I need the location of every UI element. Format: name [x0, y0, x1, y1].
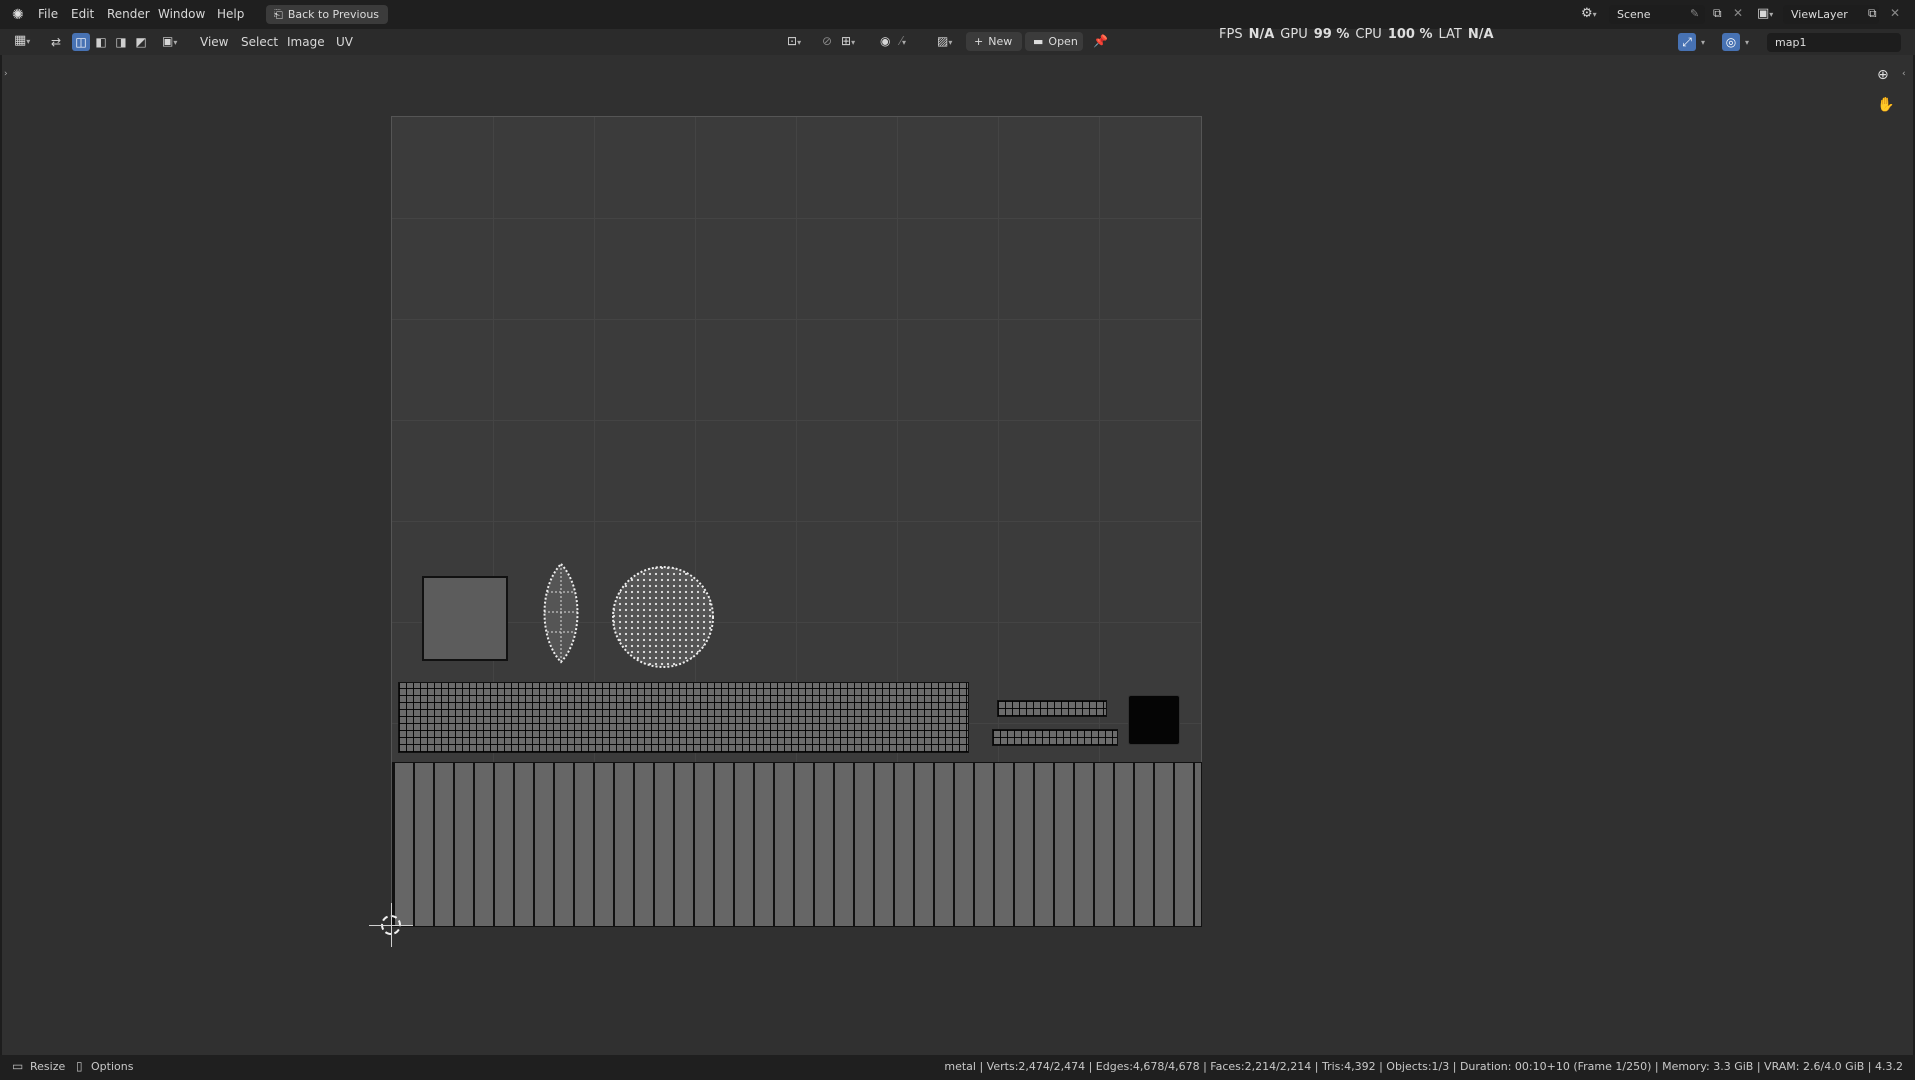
overlay-dropdown-icon[interactable]: ▾ — [1745, 35, 1749, 48]
island-select-icon[interactable]: ◩ — [132, 33, 150, 51]
remove-scene-icon[interactable]: ✕ — [1733, 6, 1743, 20]
menu-view[interactable]: View — [200, 35, 228, 49]
gizmo-toggle-icon[interactable]: ⤢ — [1678, 33, 1696, 51]
back-icon: ⎗ — [274, 7, 283, 21]
mouse-right-icon: ▯ — [76, 1059, 83, 1073]
sync-selection-icon[interactable]: ⇄ — [47, 33, 65, 51]
circle-mesh — [612, 566, 714, 668]
face-select-icon[interactable]: ◨ — [112, 33, 130, 51]
gpu-label: GPU — [1280, 27, 1308, 42]
uv-island-square[interactable] — [422, 576, 508, 661]
new-image-button[interactable]: + New — [966, 32, 1022, 51]
uv-island-vertical-strips[interactable] — [392, 762, 1202, 927]
uv-editor-header: ▦▾ ⇄ ◫ ◧ ◨ ◩ ▣▾ View Select Image UV ⊡▾ … — [0, 29, 1915, 55]
pin-image-icon[interactable]: 📌 — [1093, 34, 1108, 48]
grid-line — [392, 420, 1201, 421]
menu-edit[interactable]: Edit — [71, 7, 94, 21]
status-resize: Resize — [30, 1060, 66, 1073]
sticky-selection-icon[interactable]: ▣▾ — [162, 34, 177, 48]
sidebar-expand-icon[interactable]: ‹ — [1902, 69, 1906, 79]
top-bar: ✺ File Edit Render Window Help ⎗ Back to… — [0, 0, 1915, 29]
fps-value: N/A — [1248, 27, 1275, 42]
uv-map-field[interactable]: map1 — [1767, 33, 1901, 52]
uv-island-leaf[interactable] — [535, 562, 587, 664]
grid-line — [392, 218, 1201, 219]
cpu-label: CPU — [1355, 27, 1382, 42]
snap-target-icon[interactable]: ⊞▾ — [841, 34, 855, 48]
scene-type-icon[interactable]: ⚙▾ — [1581, 6, 1597, 21]
lat-label: LAT — [1438, 27, 1462, 42]
uv-island-small-strip-bottom[interactable] — [992, 729, 1118, 746]
mouse-left-icon: ▭ — [12, 1059, 24, 1073]
proportional-falloff-icon[interactable]: ⁄▾ — [900, 34, 906, 48]
uv-island-long-grid[interactable] — [398, 682, 969, 753]
blender-logo-icon[interactable]: ✺ — [12, 7, 24, 23]
lat-value: N/A — [1467, 27, 1494, 42]
status-options: Options — [91, 1060, 134, 1073]
menu-image[interactable]: Image — [287, 35, 325, 49]
scene-statistics: metal | Verts:2,474/2,474 | Edges:4,678/… — [944, 1060, 1903, 1073]
cpu-value: 100 % — [1387, 27, 1433, 42]
editor-type-icon[interactable]: ▦▾ — [14, 33, 30, 48]
vertex-select-icon[interactable]: ◫ — [72, 33, 90, 51]
pan-hand-icon[interactable]: ✋ — [1877, 97, 1894, 113]
menu-select[interactable]: Select — [241, 35, 278, 49]
grid-line — [392, 319, 1201, 320]
status-bar: ▭ Resize ▯ Options metal | Verts:2,474/2… — [0, 1055, 1915, 1080]
view-layer-field[interactable]: ViewLayer — [1783, 5, 1879, 24]
overlay-toggle-icon[interactable]: ◎ — [1722, 33, 1740, 51]
image-browse-icon[interactable]: ▨▾ — [937, 34, 952, 48]
remove-view-layer-icon[interactable]: ✕ — [1890, 6, 1900, 20]
menu-window[interactable]: Window — [158, 7, 205, 21]
open-image-button[interactable]: ▬ Open — [1025, 32, 1083, 51]
pivot-point-icon[interactable]: ⊡▾ — [787, 34, 801, 48]
grid-line — [392, 521, 1201, 522]
gizmo-dropdown-icon[interactable]: ▾ — [1701, 35, 1705, 48]
uv-grid-canvas[interactable] — [391, 116, 1202, 927]
menu-render[interactable]: Render — [107, 7, 150, 21]
menu-help[interactable]: Help — [217, 7, 244, 21]
snap-toggle-icon[interactable]: ⊘ — [822, 34, 832, 48]
2d-cursor-icon[interactable] — [369, 903, 413, 947]
menu-file[interactable]: File — [38, 7, 58, 21]
proportional-edit-icon[interactable]: ◉ — [880, 34, 890, 48]
performance-readout: FPS N/A GPU 99 % CPU 100 % LAT N/A — [1219, 27, 1494, 42]
new-scene-icon[interactable]: ⧉ — [1713, 6, 1722, 21]
folder-icon: ▬ — [1033, 35, 1044, 48]
zoom-icon[interactable]: ⊕ — [1877, 67, 1889, 83]
new-view-layer-icon[interactable]: ⧉ — [1868, 6, 1877, 21]
fps-label: FPS — [1219, 27, 1243, 42]
grid-line — [392, 622, 1201, 623]
plus-icon: + — [974, 35, 984, 48]
edge-select-icon[interactable]: ◧ — [92, 33, 110, 51]
toolbar-expand-icon[interactable]: › — [4, 69, 8, 79]
view-layer-icon[interactable]: ▣▾ — [1757, 6, 1773, 21]
pin-icon[interactable]: ✎ — [1690, 7, 1699, 20]
menu-uv[interactable]: UV — [336, 35, 353, 49]
uv-island-black-square[interactable] — [1128, 695, 1180, 745]
back-to-previous-button[interactable]: ⎗ Back to Previous — [266, 5, 388, 24]
gpu-value: 99 % — [1313, 27, 1350, 42]
uv-island-small-strip-top[interactable] — [997, 700, 1107, 717]
uv-island-circle[interactable] — [611, 565, 715, 669]
